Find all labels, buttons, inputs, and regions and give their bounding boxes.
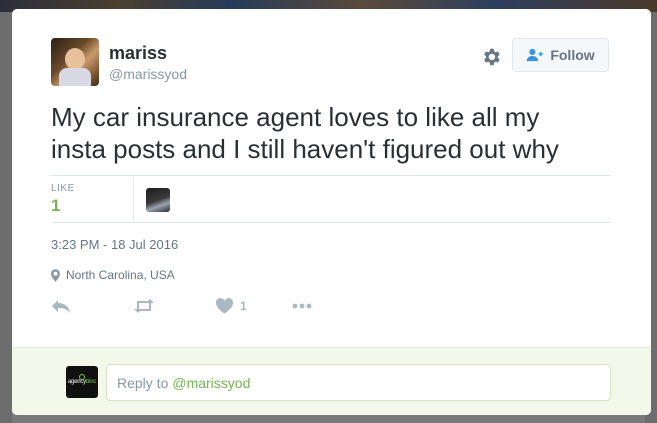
avatar-shirt xyxy=(59,68,91,86)
viewer-avatar-dot xyxy=(79,374,85,380)
tweet-text-line-1: My car insurance agent loves to like all… xyxy=(51,102,540,132)
like-action[interactable]: 1 xyxy=(216,296,247,316)
location-pin-icon xyxy=(51,268,60,282)
follow-button[interactable]: Follow xyxy=(512,38,609,72)
author-handle[interactable]: @marissyod xyxy=(109,66,187,82)
location-text: North Carolina, USA xyxy=(66,268,175,282)
background-side-left xyxy=(0,12,12,423)
tweet-card: mariss @marissyod Follow My car insuranc… xyxy=(12,9,651,415)
likes-label: LIKE xyxy=(51,183,75,194)
divider-bottom xyxy=(51,222,611,223)
likes-count[interactable]: 1 xyxy=(51,196,60,216)
tweet-text-line-2: insta posts and I still haven't figured … xyxy=(51,134,559,164)
stats-divider xyxy=(133,177,134,221)
retweet-icon[interactable] xyxy=(133,296,155,316)
reply-icon[interactable] xyxy=(51,296,71,316)
viewer-avatar: agencybloc xyxy=(66,366,98,398)
tweet-timestamp[interactable]: 3:23 PM - 18 Jul 2016 xyxy=(51,237,178,252)
tweet-location[interactable]: North Carolina, USA xyxy=(51,268,175,282)
reply-mention: @marissyod xyxy=(172,374,251,391)
author-display-name[interactable]: mariss xyxy=(109,43,167,64)
follow-label: Follow xyxy=(550,47,595,63)
gear-icon[interactable] xyxy=(480,46,502,68)
avatar-face xyxy=(65,48,85,70)
heart-icon xyxy=(216,298,233,314)
reply-input[interactable]: Reply to @marissyod xyxy=(106,364,611,401)
tweet-text: My car insurance agent loves to like all… xyxy=(51,101,611,165)
follow-user-icon xyxy=(527,48,544,62)
liker-avatar[interactable] xyxy=(146,188,170,212)
more-icon[interactable] xyxy=(292,296,312,316)
reply-area: agencybloc Reply to @marissyod xyxy=(12,347,651,415)
reply-prefix: Reply to xyxy=(117,374,169,391)
author-avatar[interactable] xyxy=(51,38,99,86)
divider-top xyxy=(51,175,611,176)
like-action-count: 1 xyxy=(240,299,247,313)
